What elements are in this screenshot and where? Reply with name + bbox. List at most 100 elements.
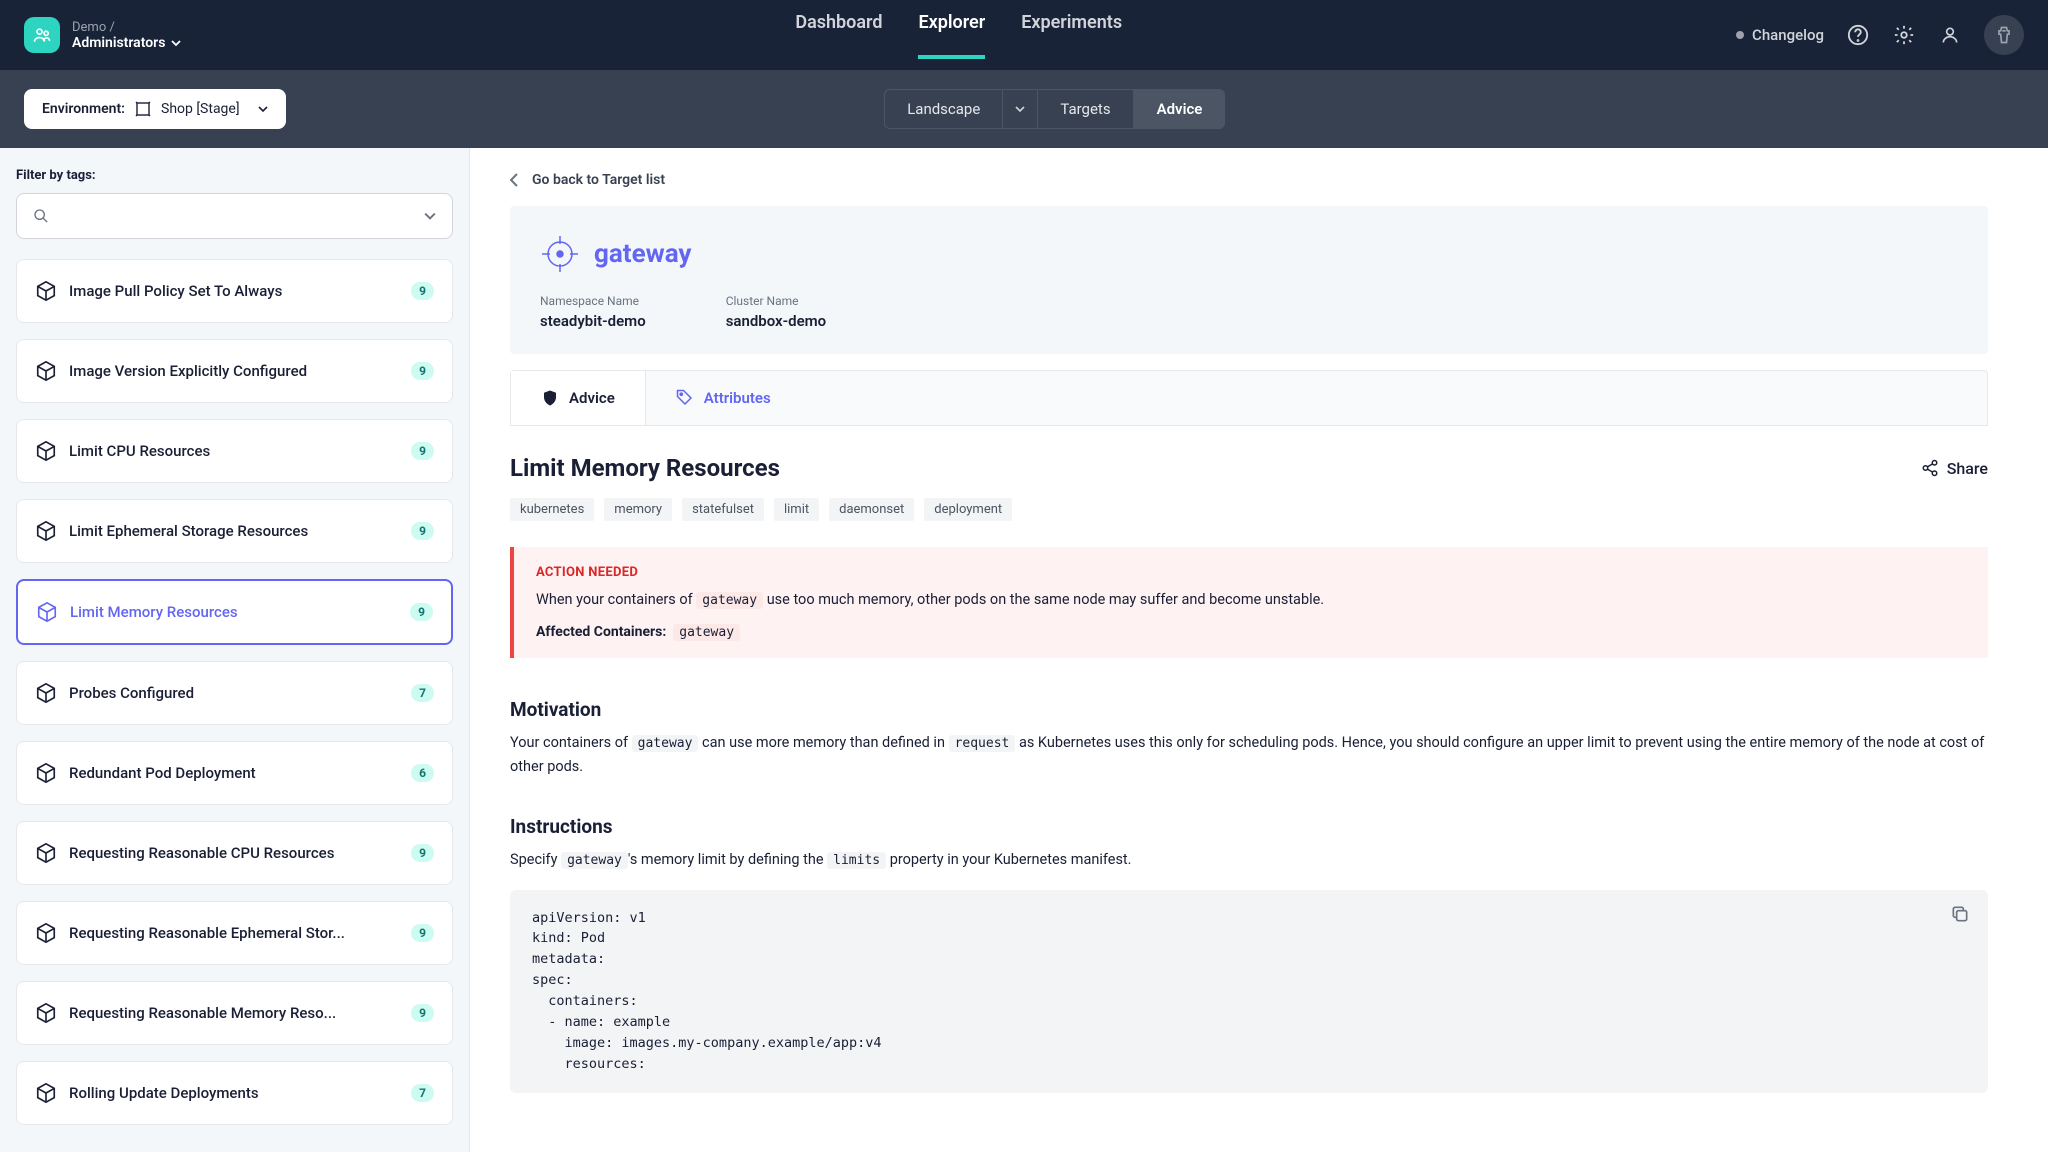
breadcrumb-admins-label: Administrators	[72, 35, 165, 51]
advice-item-label: Limit Ephemeral Storage Resources	[69, 522, 399, 540]
advice-item-label: Limit Memory Resources	[70, 603, 398, 621]
tag: kubernetes	[510, 498, 594, 521]
environment-selector[interactable]: Environment: Shop [Stage]	[24, 89, 286, 129]
chevron-down-icon	[1015, 104, 1025, 114]
breadcrumb-admins[interactable]: Administrators	[72, 35, 181, 51]
top-nav: Dashboard Explorer Experiments	[181, 12, 1736, 59]
chevron-down-icon	[171, 38, 181, 48]
advice-item-label: Rolling Update Deployments	[69, 1084, 399, 1102]
cube-icon	[35, 1082, 57, 1104]
namespace-value: steadybit-demo	[540, 312, 646, 330]
env-value: Shop [Stage]	[161, 101, 240, 117]
seg-advice[interactable]: Advice	[1134, 89, 1226, 129]
affected-containers: Affected Containers: gateway	[536, 624, 1966, 640]
help-icon[interactable]	[1846, 23, 1870, 47]
view-segmented: Landscape Targets Advice	[884, 89, 1225, 129]
advice-item-label: Redundant Pod Deployment	[69, 764, 399, 782]
sidebar-advice-item[interactable]: Redundant Pod Deployment 6	[16, 741, 453, 805]
dot-icon	[1736, 31, 1744, 39]
topbar: Demo / Administrators Dashboard Explorer…	[0, 0, 2048, 70]
seg-landscape[interactable]: Landscape	[884, 89, 1003, 129]
cluster-label: Cluster Name	[726, 294, 827, 308]
tag: memory	[604, 498, 672, 521]
tab-attributes[interactable]: Attributes	[646, 371, 801, 425]
seg-targets[interactable]: Targets	[1038, 89, 1133, 129]
nav-dashboard[interactable]: Dashboard	[795, 12, 882, 59]
advice-item-label: Requesting Reasonable Ephemeral Stor...	[69, 924, 399, 942]
sidebar-advice-item[interactable]: Limit CPU Resources9	[16, 419, 453, 483]
share-label: Share	[1947, 459, 1988, 478]
sidebar-advice-item[interactable]: Rolling Update Deployments7	[16, 1061, 453, 1125]
chevron-left-icon	[510, 173, 520, 187]
main: Go back to Target list gateway Namespace…	[470, 148, 2048, 1152]
nav-explorer[interactable]: Explorer	[918, 12, 985, 59]
share-icon	[1921, 459, 1939, 477]
tag-list: kubernetes memory statefulset limit daemonse…	[510, 498, 1988, 521]
filter-label: Filter by tags:	[16, 168, 453, 183]
tag: limit	[774, 498, 819, 521]
namespace-label: Namespace Name	[540, 294, 646, 308]
instructions-heading: Instructions	[510, 815, 1988, 838]
filter-input[interactable]	[16, 193, 453, 239]
chevron-down-icon	[258, 104, 268, 114]
sidebar-advice-item[interactable]: Limit Memory Resources 9	[16, 579, 453, 645]
detail-tabs: Advice Attributes	[510, 370, 1988, 426]
sidebar-advice-item[interactable]: Limit Ephemeral Storage Resources 9	[16, 499, 453, 563]
user-icon[interactable]	[1938, 23, 1962, 47]
target-hero: gateway Namespace Name steadybit-demo Cl…	[510, 206, 1988, 354]
advice-item-count: 7	[411, 684, 434, 702]
brand[interactable]: Demo / Administrators	[24, 17, 181, 53]
alert-body: When your containers of gateway use too …	[536, 588, 1966, 612]
advice-item-label: Image Pull Policy Set To Always	[69, 282, 399, 300]
changelog-button[interactable]: Changelog	[1736, 26, 1824, 44]
nav-experiments[interactable]: Experiments	[1021, 12, 1122, 59]
cube-icon	[35, 682, 57, 704]
shield-icon	[541, 389, 559, 407]
advice-item-count: 9	[411, 924, 434, 942]
cube-icon	[35, 1002, 57, 1024]
sidebar-advice-item[interactable]: Requesting Reasonable Memory Reso... 9	[16, 981, 453, 1045]
tag: deployment	[924, 498, 1012, 521]
back-label: Go back to Target list	[532, 172, 665, 188]
page-title: gateway	[594, 239, 692, 269]
tag: daemonset	[829, 498, 914, 521]
article-title: Limit Memory Resources	[510, 454, 780, 482]
cube-icon	[35, 360, 57, 382]
advice-item-count: 6	[411, 764, 434, 782]
advice-item-count: 9	[411, 522, 434, 540]
cube-icon	[36, 601, 58, 623]
scope-icon	[135, 101, 151, 117]
sidebar-advice-item[interactable]: Image Version Explicitly Configured 9	[16, 339, 453, 403]
cube-icon	[35, 842, 57, 864]
advice-item-label: Image Version Explicitly Configured	[69, 362, 399, 380]
sidebar-advice-item[interactable]: Probes Configured7	[16, 661, 453, 725]
advice-item-label: Requesting Reasonable Memory Reso...	[69, 1004, 399, 1022]
subbar: Environment: Shop [Stage] Landscape Targ…	[0, 70, 2048, 148]
sidebar-advice-item[interactable]: Requesting Reasonable CPU Resources9	[16, 821, 453, 885]
gear-icon[interactable]	[1892, 23, 1916, 47]
code-block: apiVersion: v1 kind: Pod metadata: spec:…	[510, 890, 1988, 1093]
sidebar-advice-item[interactable]: Requesting Reasonable Ephemeral Stor... 9	[16, 901, 453, 965]
tab-advice-label: Advice	[569, 389, 615, 407]
advice-item-count: 9	[411, 362, 434, 380]
changelog-label: Changelog	[1752, 26, 1824, 44]
advice-item-label: Limit CPU Resources	[69, 442, 399, 460]
advice-item-label: Requesting Reasonable CPU Resources	[69, 844, 399, 862]
copy-button[interactable]	[1950, 904, 1970, 924]
share-button[interactable]: Share	[1921, 459, 1988, 478]
motivation-text: Your containers of gateway can use more …	[510, 731, 1988, 779]
cube-icon	[35, 520, 57, 542]
advice-item-count: 9	[410, 603, 433, 621]
copy-icon	[1950, 904, 1970, 924]
action-needed-alert: ACTION NEEDED When your containers of ga…	[510, 547, 1988, 658]
tag: statefulset	[682, 498, 764, 521]
seg-landscape-dropdown[interactable]	[1003, 89, 1038, 129]
back-link[interactable]: Go back to Target list	[510, 172, 1988, 188]
motivation-heading: Motivation	[510, 698, 1988, 721]
sidebar-advice-item[interactable]: Image Pull Policy Set To Always9	[16, 259, 453, 323]
cube-icon	[35, 922, 57, 944]
advice-item-count: 9	[411, 1004, 434, 1022]
tab-attributes-label: Attributes	[704, 389, 771, 407]
avatar[interactable]	[1984, 15, 2024, 55]
tab-advice[interactable]: Advice	[511, 371, 646, 425]
